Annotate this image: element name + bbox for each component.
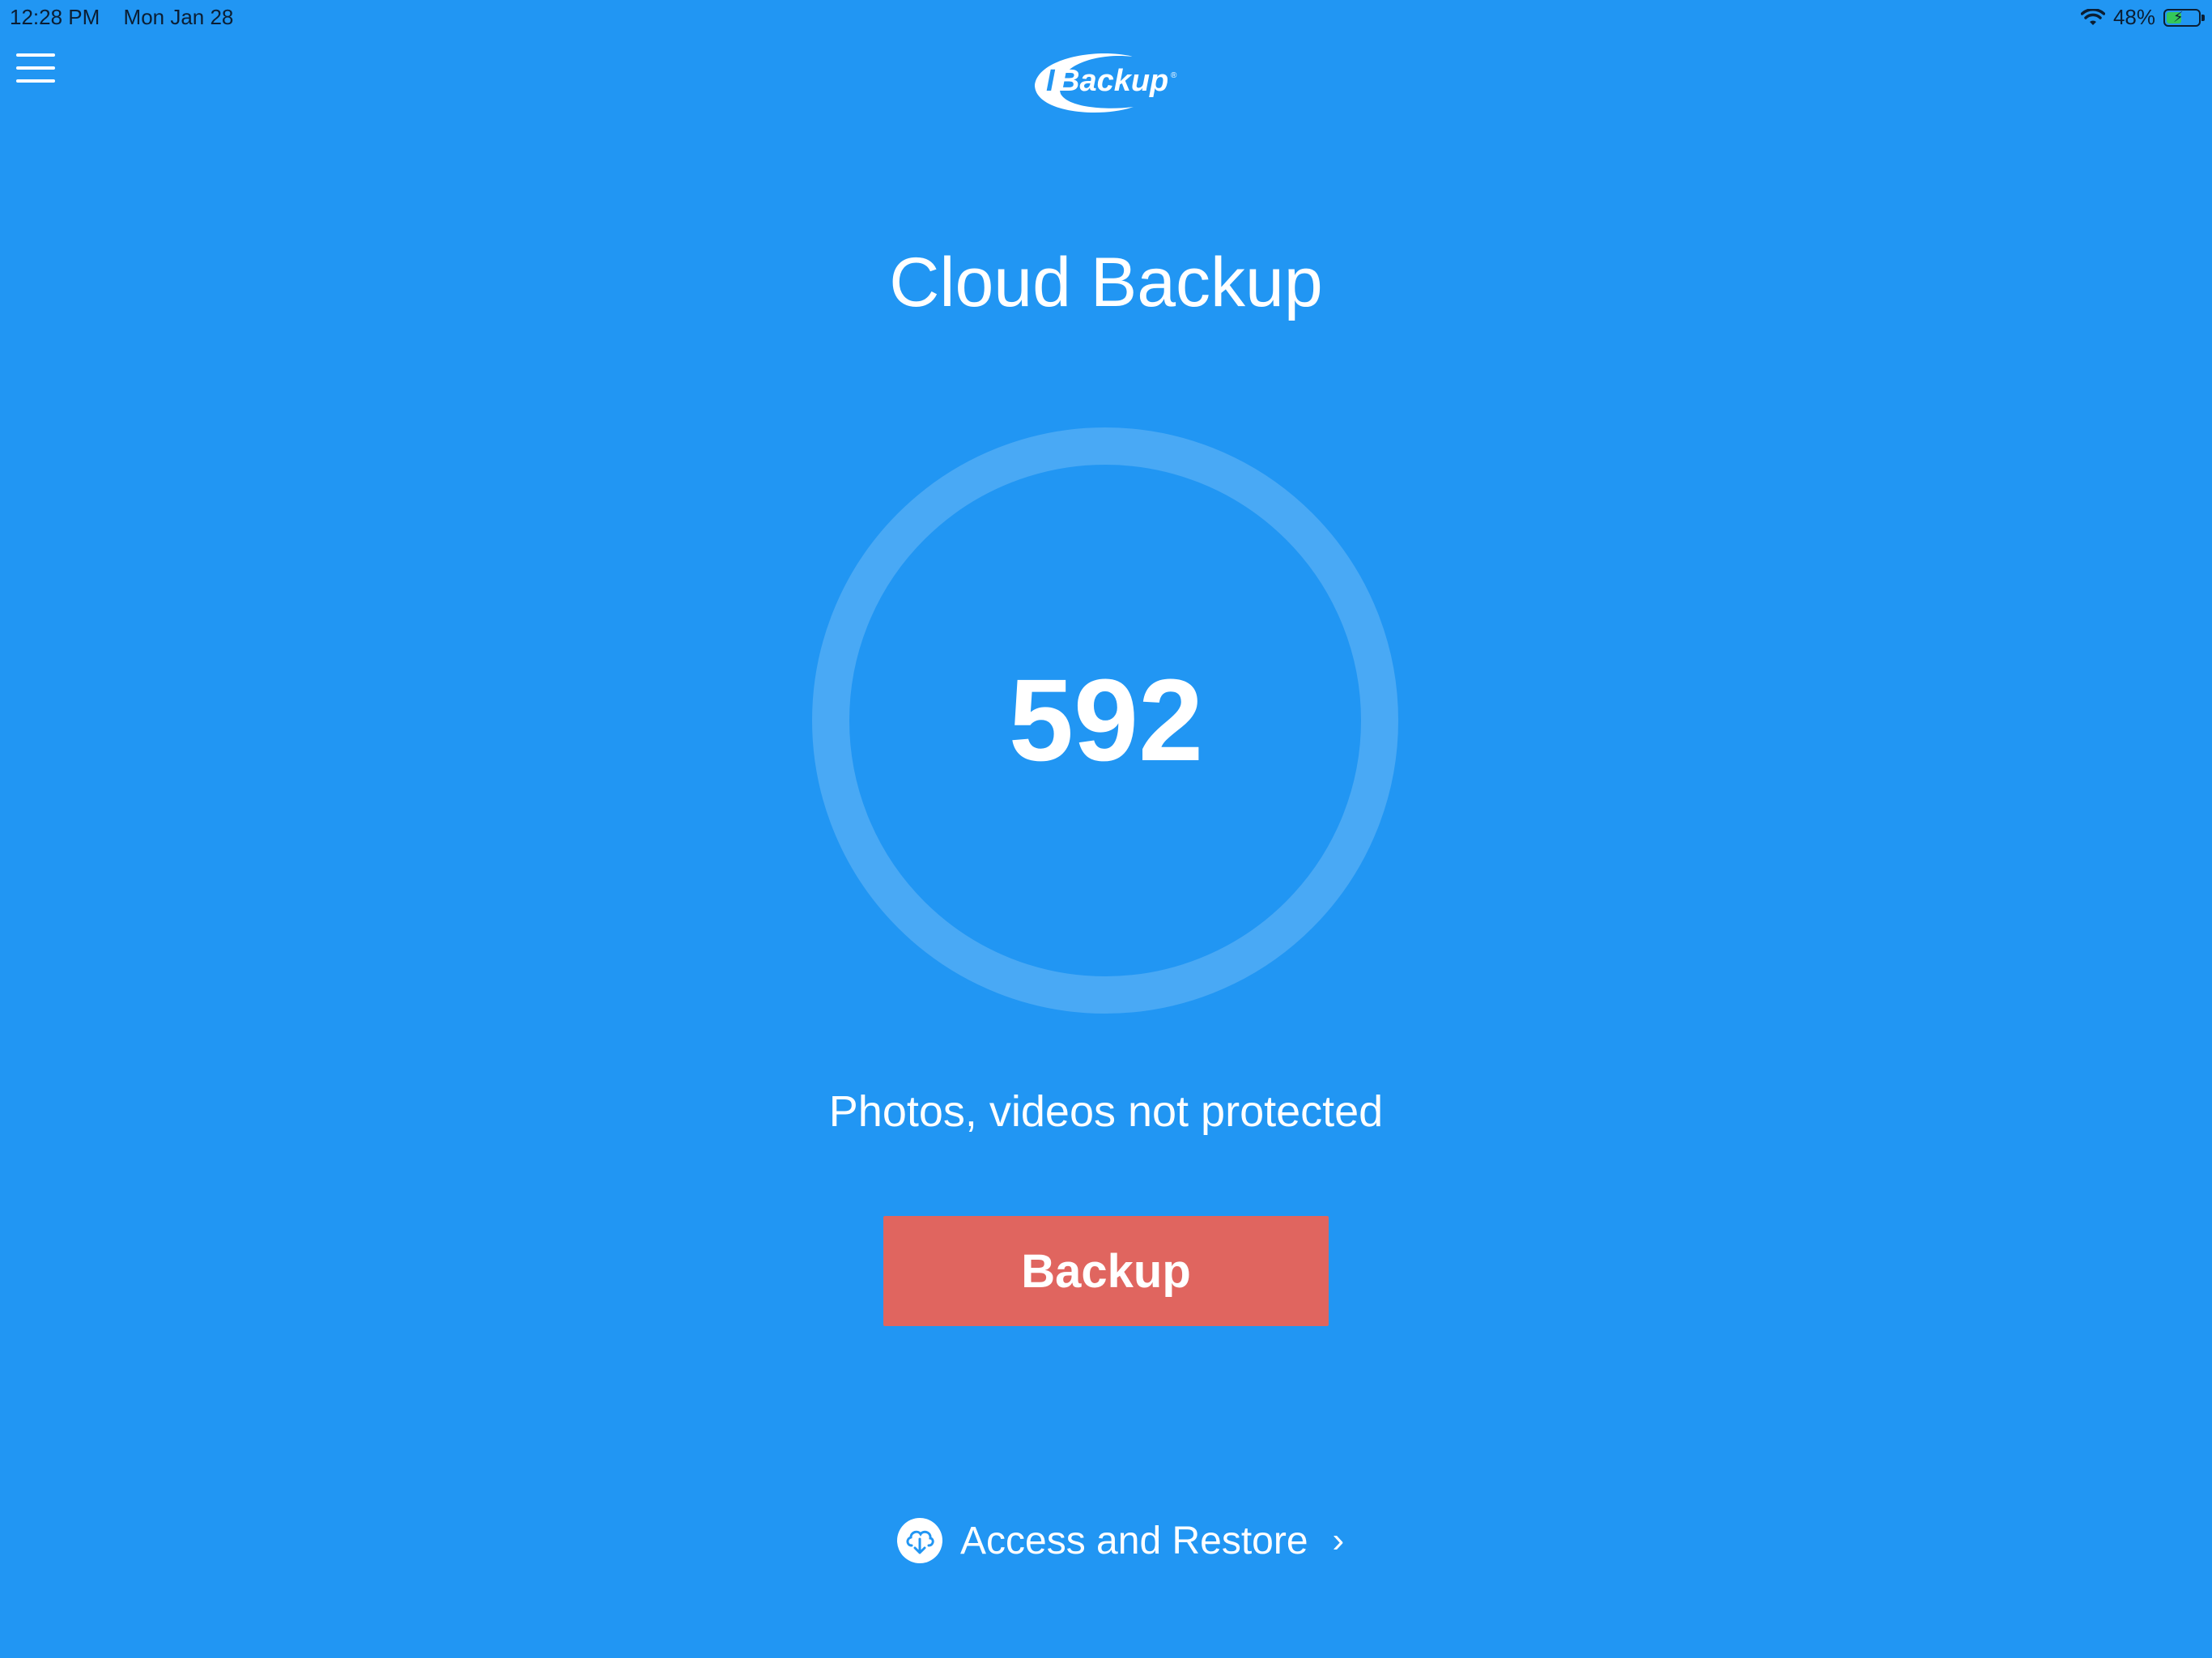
cloud-download-icon — [897, 1518, 942, 1563]
ibackup-logo: I Backup ® — [1028, 45, 1182, 113]
wifi-icon — [2080, 8, 2105, 25]
svg-text:I: I — [1046, 64, 1056, 98]
battery-cap — [2201, 14, 2205, 21]
battery-percent: 48% — [2112, 5, 2155, 29]
access-and-restore-link[interactable]: Access and Restore › — [897, 1514, 1344, 1567]
status-date: Mon Jan 28 — [123, 5, 234, 29]
status-left: 12:28 PM Mon Jan 28 — [10, 5, 251, 30]
battery-icon: ⚡ — [2163, 8, 2205, 27]
restore-label: Access and Restore — [960, 1519, 1308, 1562]
page-title: Cloud Backup — [889, 244, 1323, 321]
charging-bolt-icon: ⚡ — [2173, 8, 2184, 25]
hamburger-menu-icon[interactable] — [16, 52, 55, 84]
status-bar: 12:28 PM Mon Jan 28 48% ⚡ — [0, 0, 2212, 32]
svg-text:Backup: Backup — [1057, 64, 1168, 98]
status-right: 48% ⚡ — [2080, 5, 2205, 30]
backup-button[interactable]: Backup — [883, 1216, 1329, 1326]
svg-text:®: ® — [1171, 71, 1177, 80]
protection-status-text: Photos, videos not protected — [828, 1087, 1384, 1136]
chevron-right-icon: › — [1332, 1520, 1345, 1560]
status-time: 12:28 PM — [10, 5, 100, 29]
unprotected-count: 592 — [1008, 655, 1204, 785]
